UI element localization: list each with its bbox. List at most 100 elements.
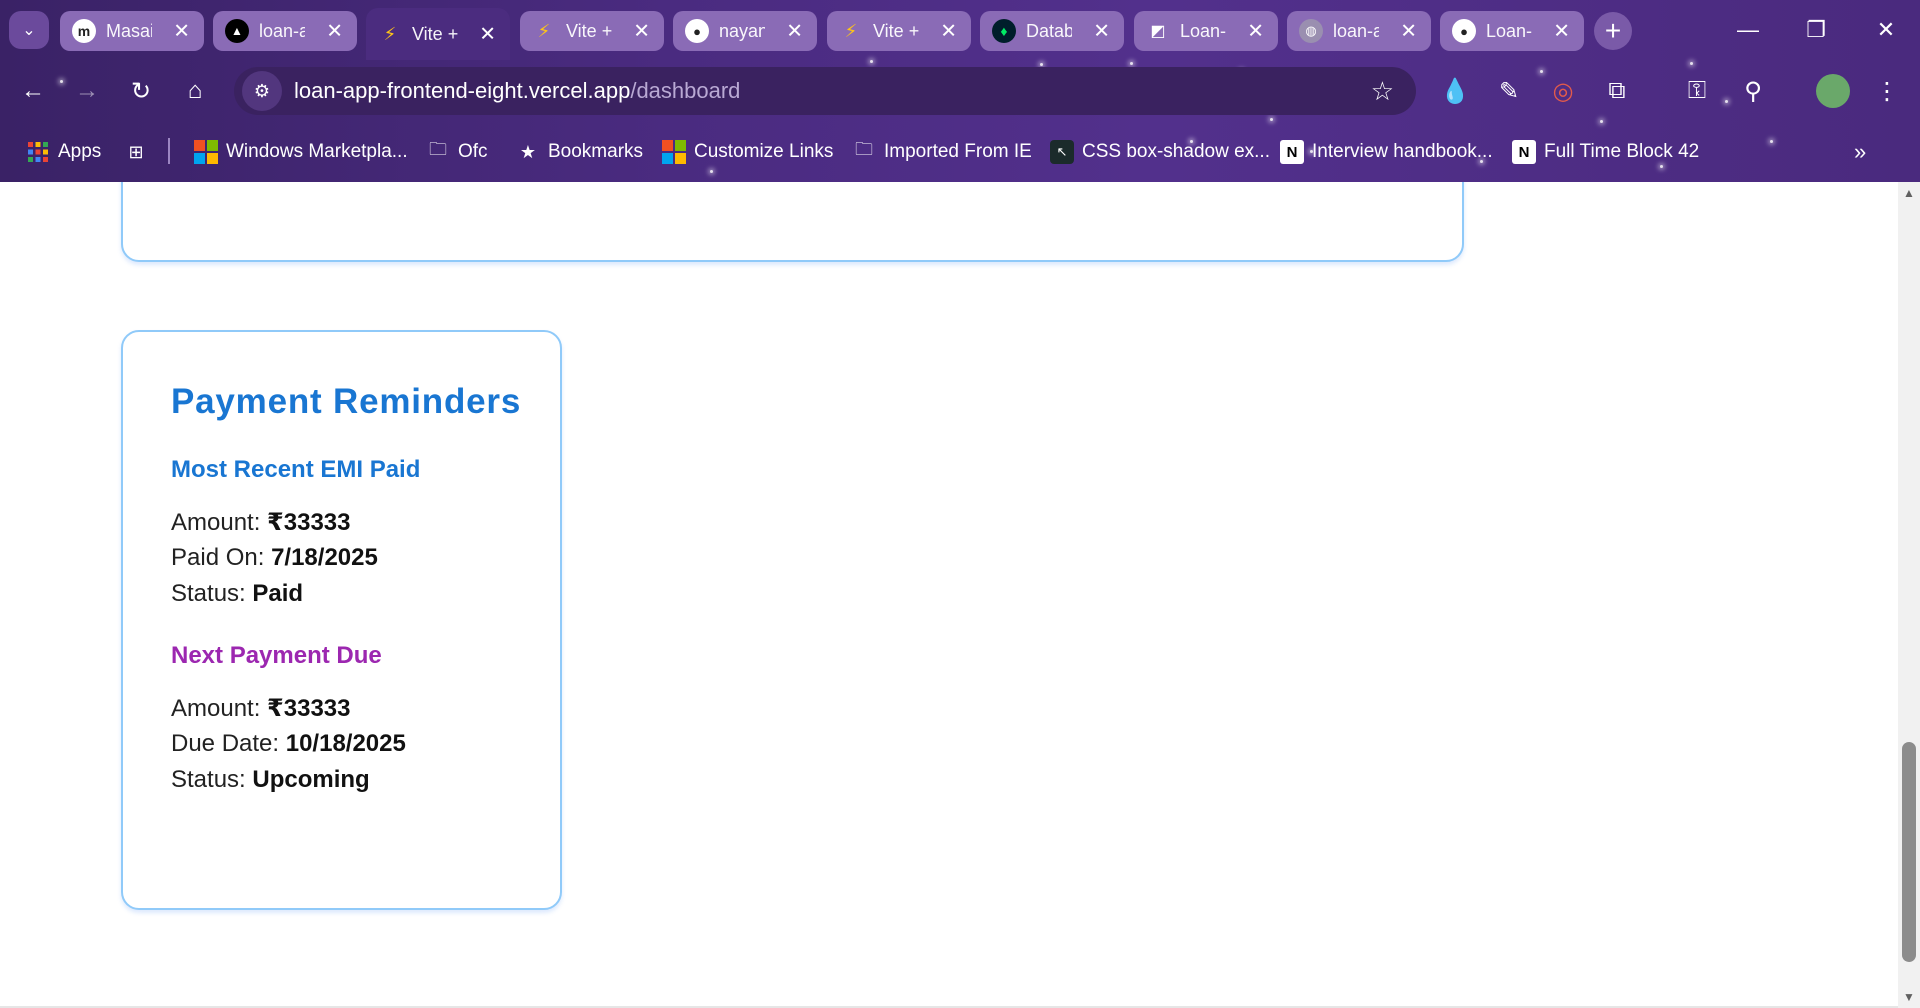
close-icon[interactable]: ✕ — [1553, 19, 1570, 44]
grid-icon: ⊞ — [128, 141, 144, 162]
new-tab-button[interactable]: + — [1594, 12, 1632, 50]
tab-strip: ⌄ m Masai ✕ ▲ loan-a ✕ ⚡ Vite + ✕ ⚡ Vite… — [0, 0, 1920, 60]
bookmark-label: CSS box-shadow ex... — [1082, 141, 1270, 162]
tab-title: Datab — [1026, 20, 1072, 41]
back-button[interactable]: ← — [16, 74, 50, 108]
chevron-double-right-icon: » — [1854, 139, 1867, 164]
reload-button[interactable]: ↻ — [124, 74, 158, 108]
paid-on-value: 7/18/2025 — [271, 544, 378, 571]
tab-title: Vite + — [412, 23, 458, 44]
extensions-puzzle-icon[interactable]: ⧉ — [1600, 74, 1634, 108]
mongodb-icon: ♦ — [992, 19, 1016, 43]
bookmark-label: Imported From IE — [884, 141, 1032, 162]
bookmark-windows-marketplace[interactable]: Windows Marketpla... — [194, 136, 408, 168]
close-icon[interactable]: ✕ — [786, 19, 803, 44]
next-amount-row: Amount: ₹33333 — [171, 694, 350, 723]
tab-github[interactable]: ● nayan ✕ — [673, 11, 817, 51]
bookmarks-overflow-button[interactable]: » — [1854, 136, 1866, 168]
arrow-left-icon: ← — [21, 77, 45, 104]
paid-on-label: Paid On: — [171, 544, 272, 571]
url-host: loan-app-frontend-eight.vercel.app — [294, 78, 631, 103]
bookmark-bookmarks[interactable]: ★ Bookmarks — [516, 136, 643, 168]
reload-icon: ↻ — [130, 77, 152, 105]
minimize-button[interactable]: — — [1714, 0, 1782, 60]
close-icon[interactable]: ✕ — [479, 22, 496, 47]
scrollbar-thumb[interactable] — [1902, 742, 1916, 962]
github-icon: ● — [1452, 19, 1476, 43]
bookmark-label: Bookmarks — [548, 141, 644, 162]
tab-title: loan-a — [1333, 20, 1379, 41]
tab-title: Vite + — [873, 20, 919, 41]
tab-mongodb[interactable]: ♦ Datab ✕ — [980, 11, 1124, 51]
tab-github[interactable]: ● Loan- ✕ — [1440, 11, 1584, 51]
menu-kebab-icon[interactable]: ⋮ — [1870, 74, 1904, 108]
folder-icon: 🗀 — [855, 139, 873, 159]
profile-avatar[interactable] — [1816, 74, 1850, 108]
amount-value: ₹33333 — [267, 695, 351, 722]
tab-title: Masai — [106, 20, 152, 41]
eyedropper-icon[interactable]: ✎ — [1492, 74, 1526, 108]
masai-icon: m — [72, 19, 96, 43]
close-icon[interactable]: ✕ — [173, 19, 190, 44]
arrow-right-icon: → — [75, 77, 99, 104]
tab-globe[interactable]: ◍ loan-a ✕ — [1287, 11, 1431, 51]
close-icon[interactable]: ✕ — [1247, 19, 1264, 44]
site-info-button[interactable]: ⚙ — [242, 71, 282, 111]
close-icon[interactable]: ✕ — [633, 19, 650, 44]
microsoft-icon — [662, 140, 686, 164]
bookmark-imported-from-ie[interactable]: 🗀 Imported From IE — [852, 136, 1032, 168]
scroll-down-icon[interactable]: ▼ — [1902, 990, 1916, 1004]
due-date-label: Due Date: — [171, 730, 286, 757]
bookmark-full-time-block-42[interactable]: N Full Time Block 42 — [1512, 136, 1699, 168]
home-icon: ⌂ — [187, 77, 203, 104]
tab-render[interactable]: ◩ Loan- ✕ — [1134, 11, 1278, 51]
restore-button[interactable]: ❐ — [1782, 0, 1850, 60]
tab-vite[interactable]: ⚡ Vite + ✕ — [827, 11, 971, 51]
forward-button[interactable]: → — [70, 74, 104, 108]
close-icon[interactable]: ✕ — [1400, 19, 1417, 44]
close-window-button[interactable]: ✕ — [1852, 0, 1920, 60]
recent-emi-heading: Most Recent EMI Paid — [171, 456, 421, 483]
microsoft-icon — [194, 140, 218, 164]
bookmark-ofc[interactable]: 🗀 Ofc — [426, 136, 488, 168]
tab-vercel[interactable]: ▲ loan-a ✕ — [213, 11, 357, 51]
chevron-down-icon: ⌄ — [22, 22, 36, 39]
cursor-icon: ↖ — [1050, 140, 1074, 164]
render-icon: ◩ — [1150, 23, 1166, 40]
extension-drop-icon[interactable]: 💧 — [1438, 74, 1472, 108]
location-pin-icon[interactable]: ⚲ — [1736, 74, 1770, 108]
tab-vite[interactable]: ⚡ Vite + ✕ — [520, 11, 664, 51]
tab-title: loan-a — [259, 20, 305, 41]
tab-title: Loan- — [1180, 20, 1226, 41]
tab-vite-active[interactable]: ⚡ Vite + ✕ — [366, 8, 510, 60]
amount-value: ₹33333 — [267, 509, 351, 536]
next-status-row: Status: Upcoming — [171, 766, 370, 794]
url-path: /dashboard — [630, 78, 741, 103]
tab-groups-button[interactable]: ⊞ — [124, 136, 156, 168]
recent-amount-row: Amount: ₹33333 — [171, 508, 350, 537]
status-label: Status: — [171, 766, 253, 793]
tab-search-button[interactable]: ⌄ — [9, 11, 49, 49]
apps-grid-icon — [26, 140, 50, 164]
close-icon[interactable]: ✕ — [326, 19, 343, 44]
scroll-up-icon[interactable]: ▲ — [1902, 186, 1916, 200]
bookmark-interview-handbook[interactable]: N Interview handbook... — [1280, 136, 1493, 168]
close-icon[interactable]: ✕ — [1093, 19, 1110, 44]
bookmark-label: Ofc — [458, 141, 488, 162]
recent-date-row: Paid On: 7/18/2025 — [171, 544, 378, 572]
extension-swirl-icon[interactable]: ◎ — [1546, 74, 1580, 108]
bookmark-apps[interactable]: Apps — [26, 136, 101, 168]
password-key-icon[interactable]: ⚿ — [1680, 74, 1714, 108]
close-icon[interactable]: ✕ — [940, 19, 957, 44]
url-text[interactable]: loan-app-frontend-eight.vercel.app/dashb… — [294, 78, 740, 104]
tab-title: Vite + — [566, 20, 612, 41]
address-bar[interactable]: ⚙ loan-app-frontend-eight.vercel.app/das… — [234, 67, 1416, 115]
bookmark-css-box-shadow[interactable]: ↖ CSS box-shadow ex... — [1050, 136, 1270, 168]
bookmark-star-icon[interactable]: ☆ — [1371, 76, 1394, 107]
tab-masai[interactable]: m Masai ✕ — [60, 11, 204, 51]
restore-icon: ❐ — [1806, 17, 1826, 42]
home-button[interactable]: ⌂ — [178, 74, 212, 108]
tune-icon: ⚙ — [253, 80, 271, 101]
bookmark-customize-links[interactable]: Customize Links — [662, 136, 833, 168]
next-payment-heading: Next Payment Due — [171, 642, 382, 669]
